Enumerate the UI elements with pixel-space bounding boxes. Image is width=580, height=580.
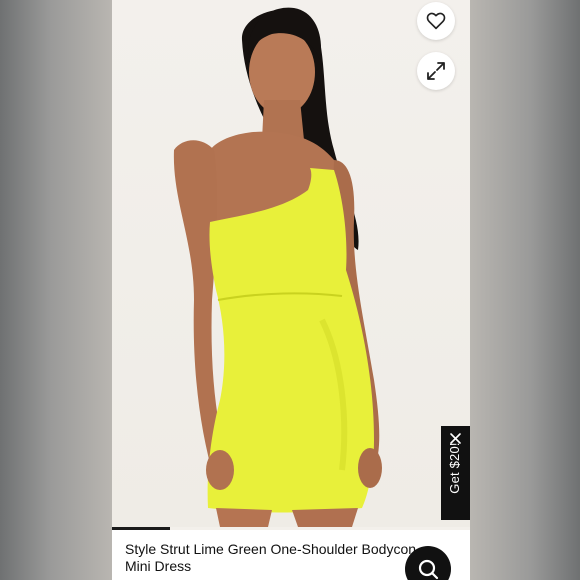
product-screen: Get $20! Style Strut Lime Green One-Shou… xyxy=(112,0,470,580)
promo-tab[interactable]: Get $20! xyxy=(441,426,470,520)
blurred-backdrop-left xyxy=(0,0,112,580)
search-icon xyxy=(418,559,439,580)
heart-icon xyxy=(426,12,446,30)
favorite-button[interactable] xyxy=(417,2,455,40)
product-title: Style Strut Lime Green One-Shoulder Body… xyxy=(125,541,417,574)
blurred-backdrop-right xyxy=(470,0,580,580)
expand-button[interactable] xyxy=(417,52,455,90)
promo-label: Get $20! xyxy=(447,442,462,494)
product-photo[interactable] xyxy=(112,0,470,527)
expand-icon xyxy=(427,62,445,80)
model-illustration xyxy=(173,7,382,527)
